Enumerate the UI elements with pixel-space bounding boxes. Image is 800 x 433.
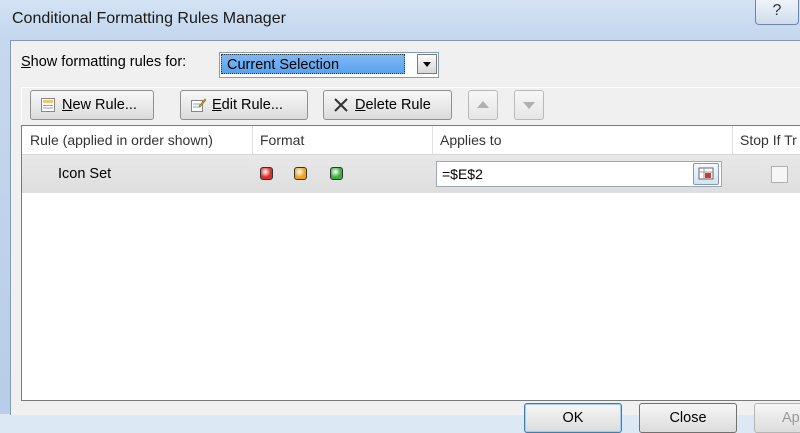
col-header-stop-if-true[interactable]: Stop If Tr	[740, 132, 797, 148]
table-row[interactable]: Icon Set =$E$2	[22, 155, 800, 193]
column-divider	[432, 126, 433, 154]
column-divider	[732, 126, 733, 154]
rules-table: Rule (applied in order shown) Format App…	[21, 125, 800, 401]
delete-x-icon	[334, 98, 348, 112]
delete-rule-label: Delete Rule	[355, 97, 431, 113]
applies-to-field[interactable]: =$E$2	[436, 161, 722, 187]
range-selector-button[interactable]	[693, 163, 719, 185]
delete-rule-button[interactable]: Delete Rule	[323, 90, 452, 120]
applies-to-value: =$E$2	[442, 166, 483, 182]
col-header-rule[interactable]: Rule (applied in order shown)	[30, 132, 213, 148]
close-button[interactable]: Close	[639, 403, 737, 433]
dialog-content: Show formatting rules for: Current Selec…	[10, 40, 800, 433]
show-rules-selected-value: Current Selection	[221, 54, 405, 74]
dialog-title: Conditional Formatting Rules Manager	[12, 10, 286, 27]
chevron-down-icon[interactable]	[417, 54, 437, 74]
stop-if-true-checkbox[interactable]	[771, 166, 788, 183]
edit-rule-icon	[191, 98, 206, 112]
move-down-button[interactable]	[514, 90, 544, 120]
new-rule-label: New Rule...	[62, 97, 137, 113]
move-up-button[interactable]	[468, 90, 498, 120]
edit-rule-label: Edit Rule...	[212, 97, 283, 113]
apply-button[interactable]: Ap	[754, 403, 800, 433]
new-rule-button[interactable]: New Rule...	[30, 90, 154, 120]
help-button[interactable]: ?	[755, 0, 799, 25]
new-rule-icon	[41, 98, 55, 112]
range-select-icon	[698, 167, 714, 180]
traffic-light-red-icon	[260, 167, 273, 180]
rules-toolbar: New Rule... Edit Rule... Delete Rule	[21, 87, 800, 126]
dialog-window: Conditional Formatting Rules Manager ? S…	[0, 0, 800, 433]
title-bar: Conditional Formatting Rules Manager ?	[0, 0, 800, 40]
rule-name: Icon Set	[58, 166, 112, 182]
column-divider	[252, 126, 253, 154]
traffic-light-green-icon	[330, 167, 343, 180]
traffic-light-yellow-icon	[294, 167, 307, 180]
ok-button[interactable]: OK	[524, 403, 622, 433]
col-header-format[interactable]: Format	[260, 132, 304, 148]
col-header-applies-to[interactable]: Applies to	[440, 132, 501, 148]
table-header: Rule (applied in order shown) Format App…	[22, 126, 800, 155]
show-rules-label: Show formatting rules for:	[21, 54, 187, 70]
edit-rule-button[interactable]: Edit Rule...	[180, 90, 308, 120]
show-rules-dropdown[interactable]: Current Selection	[219, 52, 439, 78]
